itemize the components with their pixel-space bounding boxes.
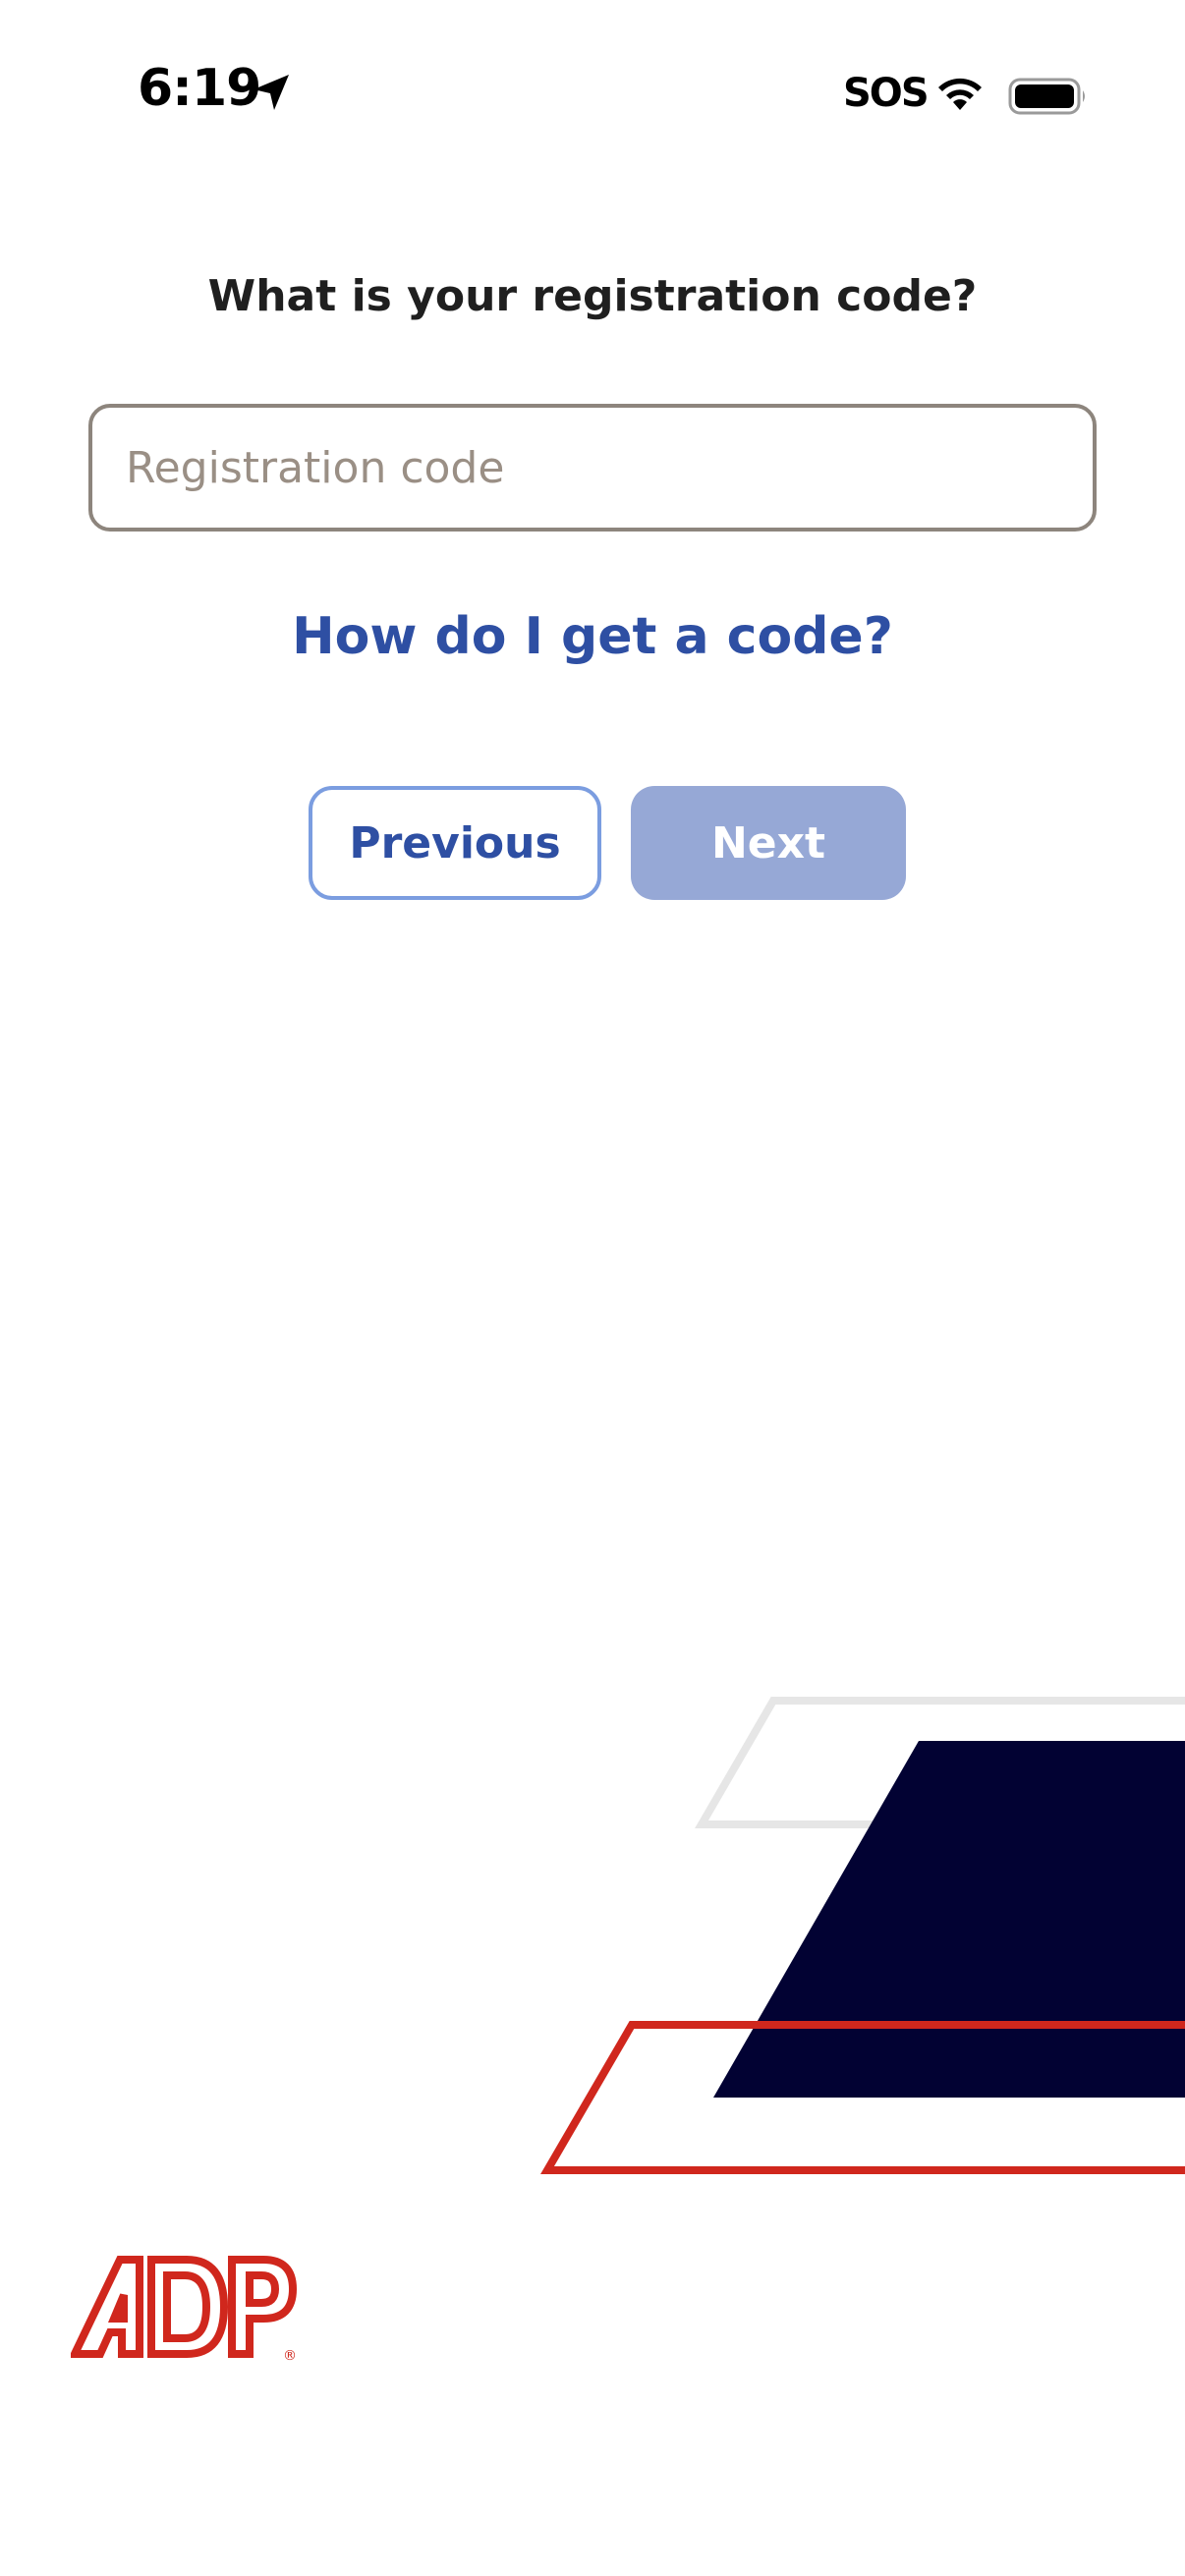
- next-button[interactable]: Next: [631, 786, 906, 900]
- red-parallelogram: [540, 2021, 1185, 2174]
- how-to-get-code-link[interactable]: How do I get a code?: [0, 607, 1185, 666]
- registration-screen: 6:19 SOS What is your registration code?…: [0, 0, 1185, 2576]
- wifi-icon: [938, 78, 982, 110]
- navy-parallelogram: [713, 1741, 1185, 2098]
- location-arrow-icon: [254, 75, 289, 110]
- status-time: 6:19: [138, 59, 261, 118]
- registration-question: What is your registration code?: [207, 271, 978, 321]
- status-bar: 6:19 SOS: [0, 0, 1185, 187]
- adp-logo: ®: [71, 2256, 298, 2362]
- battery-icon: [1008, 78, 1085, 115]
- decorative-parallelograms: [540, 1697, 1185, 2174]
- registration-code-input[interactable]: [88, 404, 1097, 532]
- registered-mark: ®: [283, 2348, 297, 2362]
- light-gray-parallelogram: [695, 1697, 1185, 1828]
- sos-indicator: SOS: [843, 71, 930, 116]
- previous-button[interactable]: Previous: [309, 786, 601, 900]
